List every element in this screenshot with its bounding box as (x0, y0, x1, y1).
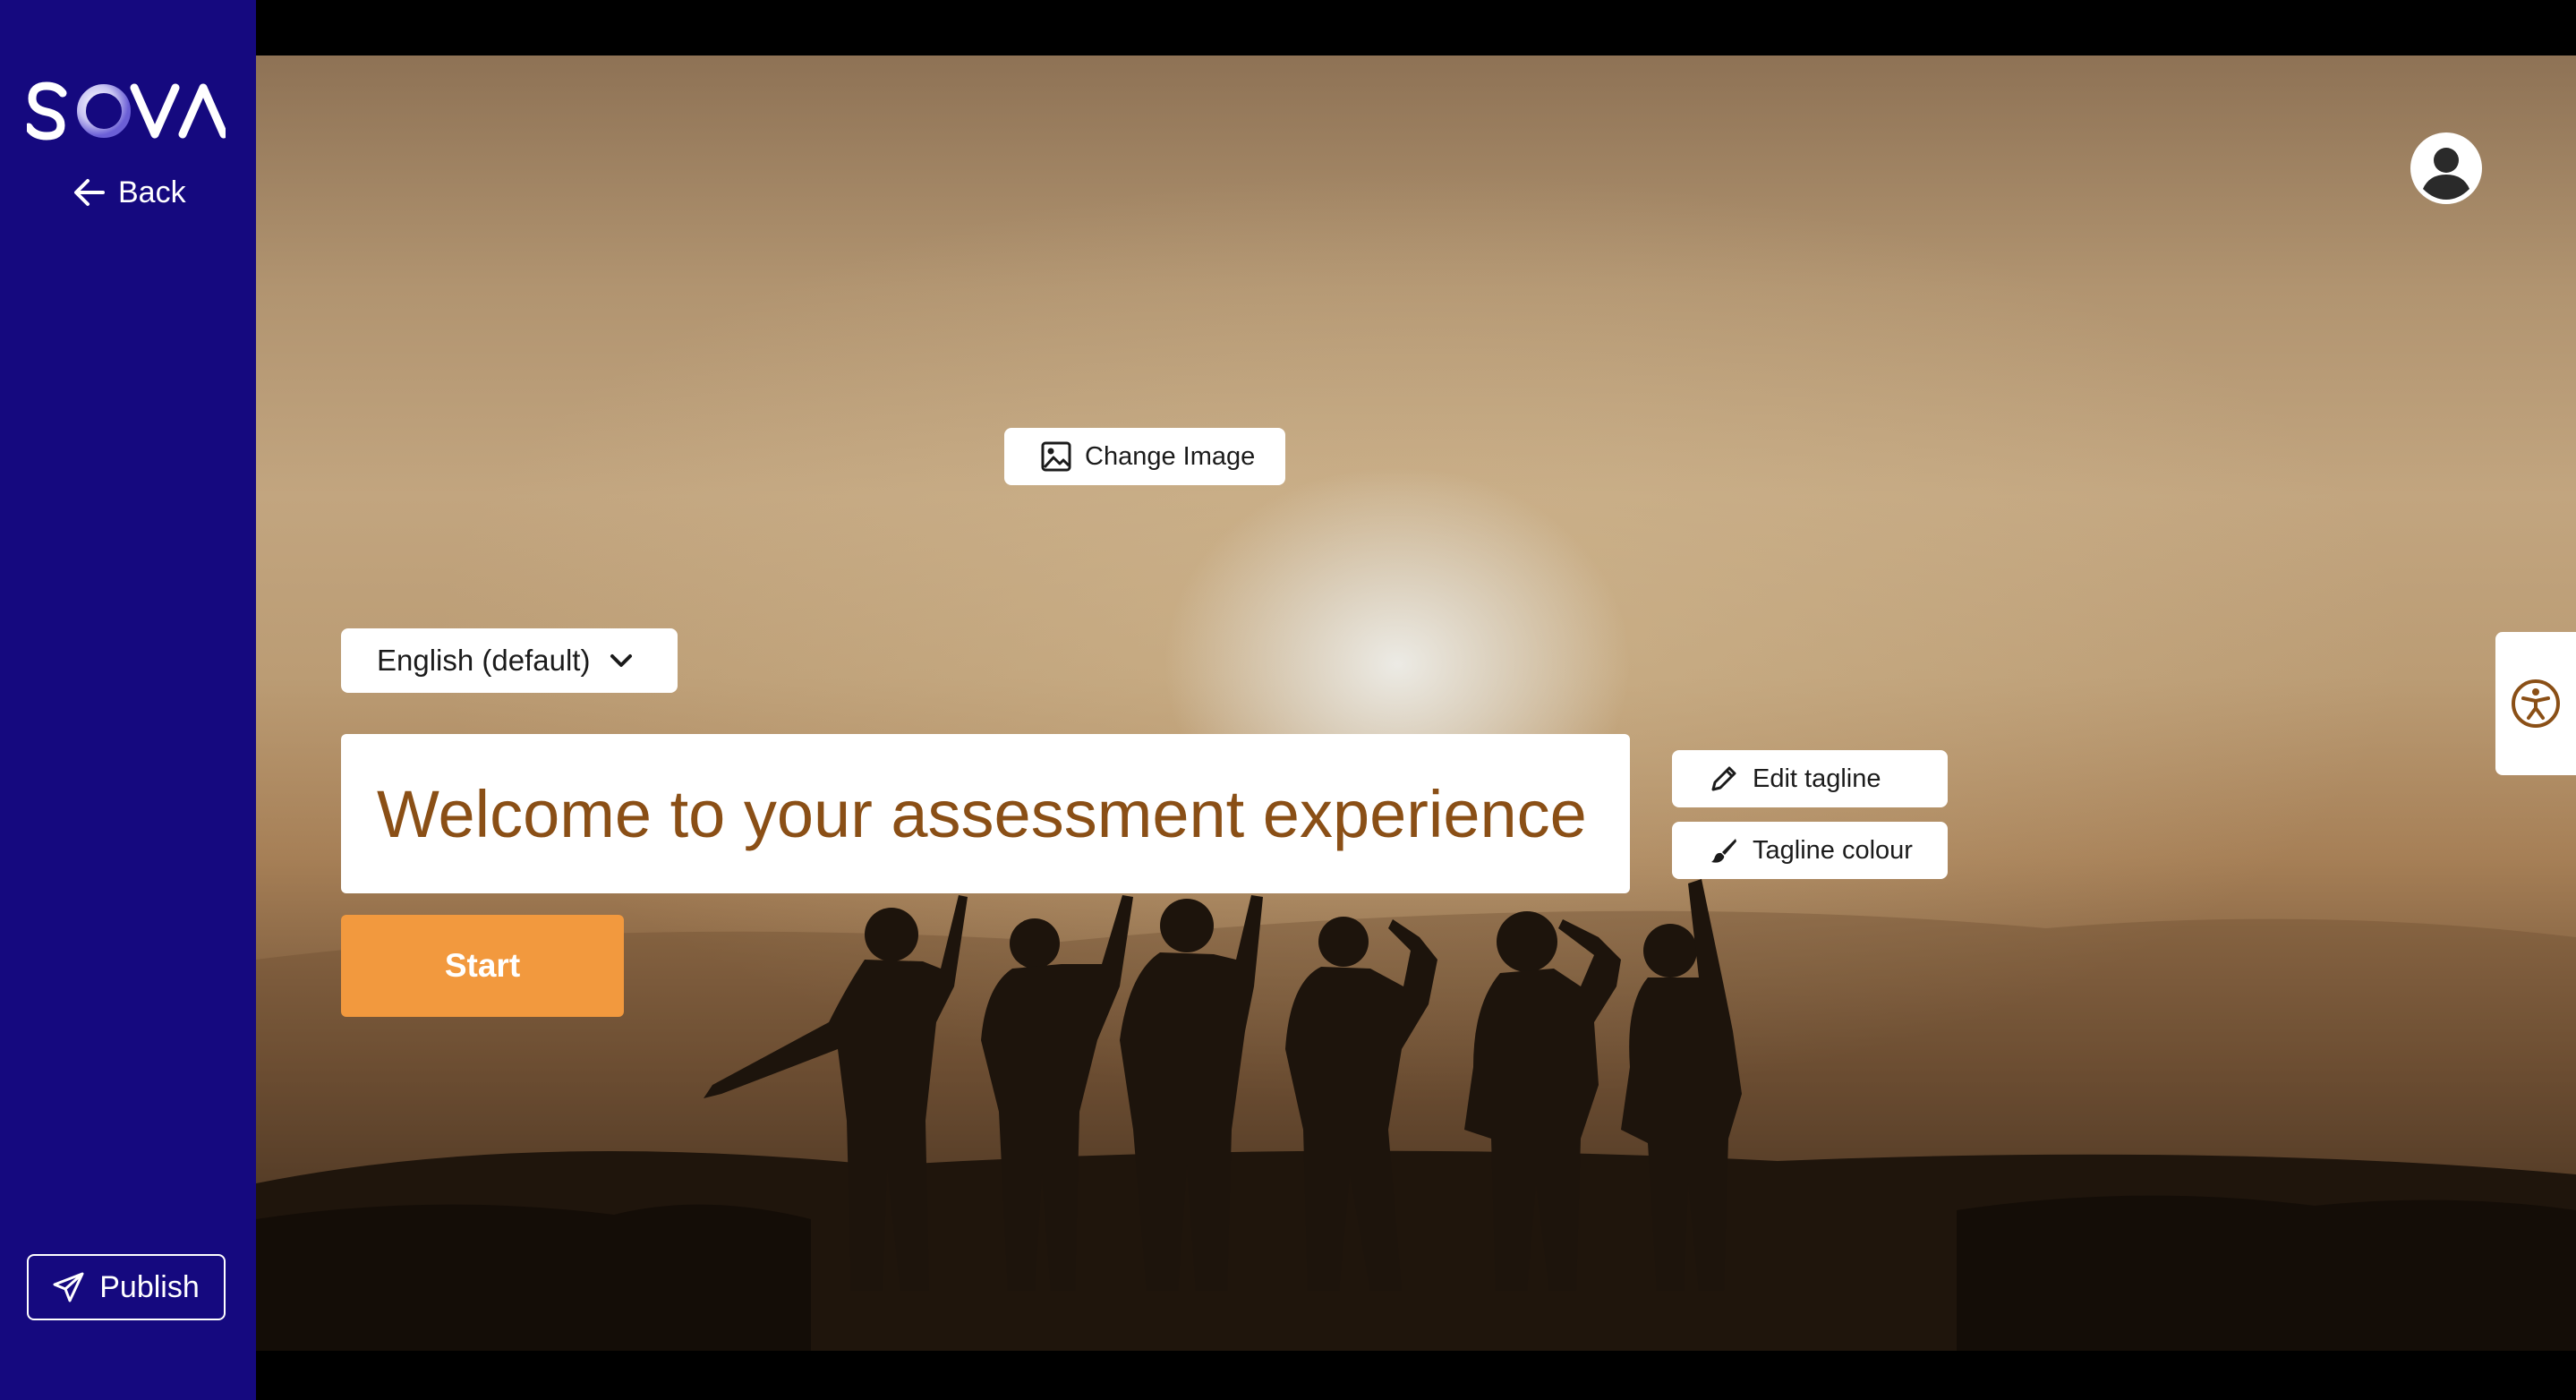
arrow-left-icon (73, 178, 106, 207)
brush-icon (1710, 836, 1738, 865)
publish-label: Publish (99, 1269, 200, 1304)
back-button[interactable]: Back (73, 172, 186, 213)
image-icon (1040, 440, 1072, 473)
start-button[interactable]: Start (341, 915, 624, 1017)
change-image-label: Change Image (1085, 441, 1256, 471)
back-label: Back (118, 175, 186, 209)
sova-logo (27, 79, 226, 143)
tagline-box[interactable]: Welcome to your assessment experience (341, 734, 1630, 893)
accessibility-button[interactable] (2495, 632, 2576, 775)
welcome-background-image: Change Image English (default) Welcome t… (256, 55, 2576, 1351)
accessibility-icon (2512, 679, 2560, 728)
change-image-button[interactable]: Change Image (1004, 428, 1285, 485)
tagline-colour-button[interactable]: Tagline colour (1672, 822, 1948, 879)
start-label: Start (444, 947, 521, 984)
edit-tagline-button[interactable]: Edit tagline (1672, 750, 1948, 807)
pencil-icon (1710, 764, 1738, 793)
edit-tagline-label: Edit tagline (1753, 764, 1881, 793)
chevron-down-icon (610, 653, 633, 669)
paper-plane-icon (53, 1272, 85, 1302)
sova-logo-mark (27, 81, 226, 141)
language-selected-value: English (default) (377, 644, 591, 677)
user-account-button[interactable] (2410, 132, 2483, 205)
tagline-text: Welcome to your assessment experience (377, 776, 1587, 851)
publish-button[interactable]: Publish (27, 1254, 226, 1320)
tagline-colour-label: Tagline colour (1753, 835, 1913, 865)
people-silhouette-image (256, 879, 2576, 1351)
language-select[interactable]: English (default) (341, 628, 678, 693)
sidebar: Back Publish (0, 0, 256, 1400)
user-avatar-icon (2410, 132, 2482, 204)
